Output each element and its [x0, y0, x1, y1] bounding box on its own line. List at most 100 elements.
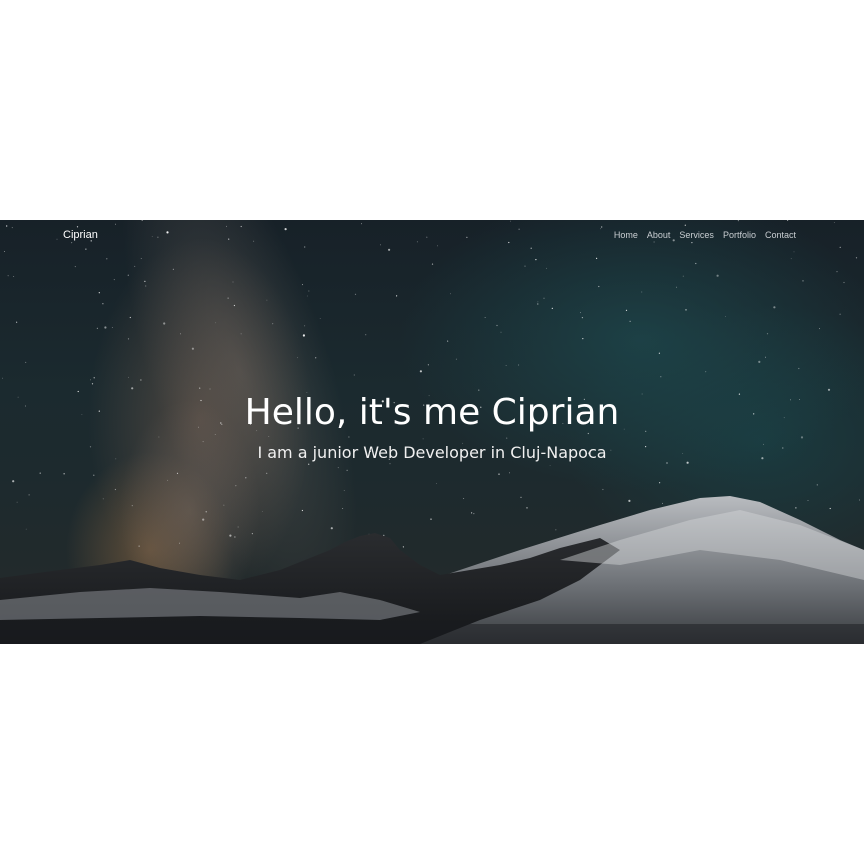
star: [2, 377, 3, 379]
star: [839, 313, 841, 315]
star: [427, 364, 429, 366]
star: [802, 280, 804, 282]
star: [63, 473, 65, 475]
nav-links: Home About Services Portfolio Contact: [614, 230, 796, 240]
nav-link-home[interactable]: Home: [614, 230, 638, 240]
star: [330, 527, 333, 530]
star: [215, 322, 217, 324]
star: [402, 546, 404, 548]
star: [179, 542, 180, 544]
star: [520, 496, 522, 498]
star: [140, 258, 142, 259]
star: [662, 502, 663, 504]
star: [346, 469, 348, 471]
star: [205, 511, 207, 513]
star: [582, 338, 584, 340]
star: [245, 477, 247, 479]
star: [537, 301, 539, 303]
star: [113, 279, 115, 281]
star: [266, 472, 268, 474]
nav-link-portfolio[interactable]: Portfolio: [723, 230, 756, 240]
star: [790, 258, 792, 260]
star: [819, 328, 820, 330]
star: [176, 472, 179, 474]
star: [319, 318, 321, 319]
star: [104, 326, 107, 329]
star: [555, 529, 557, 531]
star: [628, 499, 631, 502]
star: [829, 507, 831, 510]
star: [816, 484, 818, 486]
star: [725, 316, 726, 317]
star: [16, 321, 18, 323]
star: [93, 377, 95, 379]
star: [306, 295, 308, 297]
star: [596, 257, 598, 259]
star: [227, 297, 229, 299]
star: [705, 371, 707, 373]
star: [666, 462, 668, 464]
star: [111, 327, 113, 328]
hero-subtitle: I am a junior Web Developer in Cluj-Napo…: [257, 443, 607, 462]
star: [343, 490, 345, 491]
star: [308, 463, 310, 465]
star: [102, 498, 104, 500]
star: [337, 467, 339, 469]
star: [223, 504, 225, 506]
star: [602, 488, 604, 491]
nav-link-contact[interactable]: Contact: [765, 230, 796, 240]
star: [235, 485, 237, 487]
brand-logo[interactable]: Ciprian: [63, 229, 98, 241]
nav-link-about[interactable]: About: [647, 230, 671, 240]
star: [7, 275, 9, 277]
star: [535, 259, 537, 261]
star: [240, 333, 242, 335]
star: [272, 323, 274, 325]
star: [551, 307, 553, 309]
star: [39, 472, 41, 474]
star: [463, 498, 465, 499]
star: [233, 304, 235, 307]
nav-link-services[interactable]: Services: [679, 230, 714, 240]
star: [430, 518, 432, 520]
star: [127, 274, 129, 276]
star: [496, 324, 498, 327]
star: [302, 284, 303, 286]
star: [74, 266, 76, 268]
star: [455, 358, 457, 360]
hero-title: Hello, it's me Ciprian: [244, 392, 620, 433]
star: [629, 320, 631, 322]
star: [859, 499, 860, 501]
star: [191, 347, 194, 350]
star: [471, 512, 473, 514]
star: [473, 513, 475, 515]
star: [90, 379, 91, 381]
star: [641, 291, 643, 293]
star: [658, 352, 661, 354]
star: [167, 479, 169, 481]
star: [251, 533, 253, 535]
star: [199, 387, 201, 389]
star: [353, 374, 355, 376]
star: [145, 285, 147, 287]
star: [580, 312, 581, 314]
star: [202, 518, 205, 521]
star: [232, 281, 234, 283]
star: [93, 474, 95, 476]
star: [682, 275, 684, 277]
star: [127, 338, 130, 340]
star: [685, 309, 687, 311]
star: [134, 265, 136, 267]
star: [537, 303, 539, 305]
star: [798, 367, 800, 370]
star: [102, 303, 104, 305]
star: [261, 511, 263, 512]
star: [304, 325, 306, 327]
star: [827, 388, 831, 391]
star: [773, 306, 776, 309]
star: [96, 327, 98, 329]
star: [807, 500, 809, 501]
star: [625, 309, 628, 311]
star: [131, 387, 134, 390]
star: [518, 364, 520, 366]
